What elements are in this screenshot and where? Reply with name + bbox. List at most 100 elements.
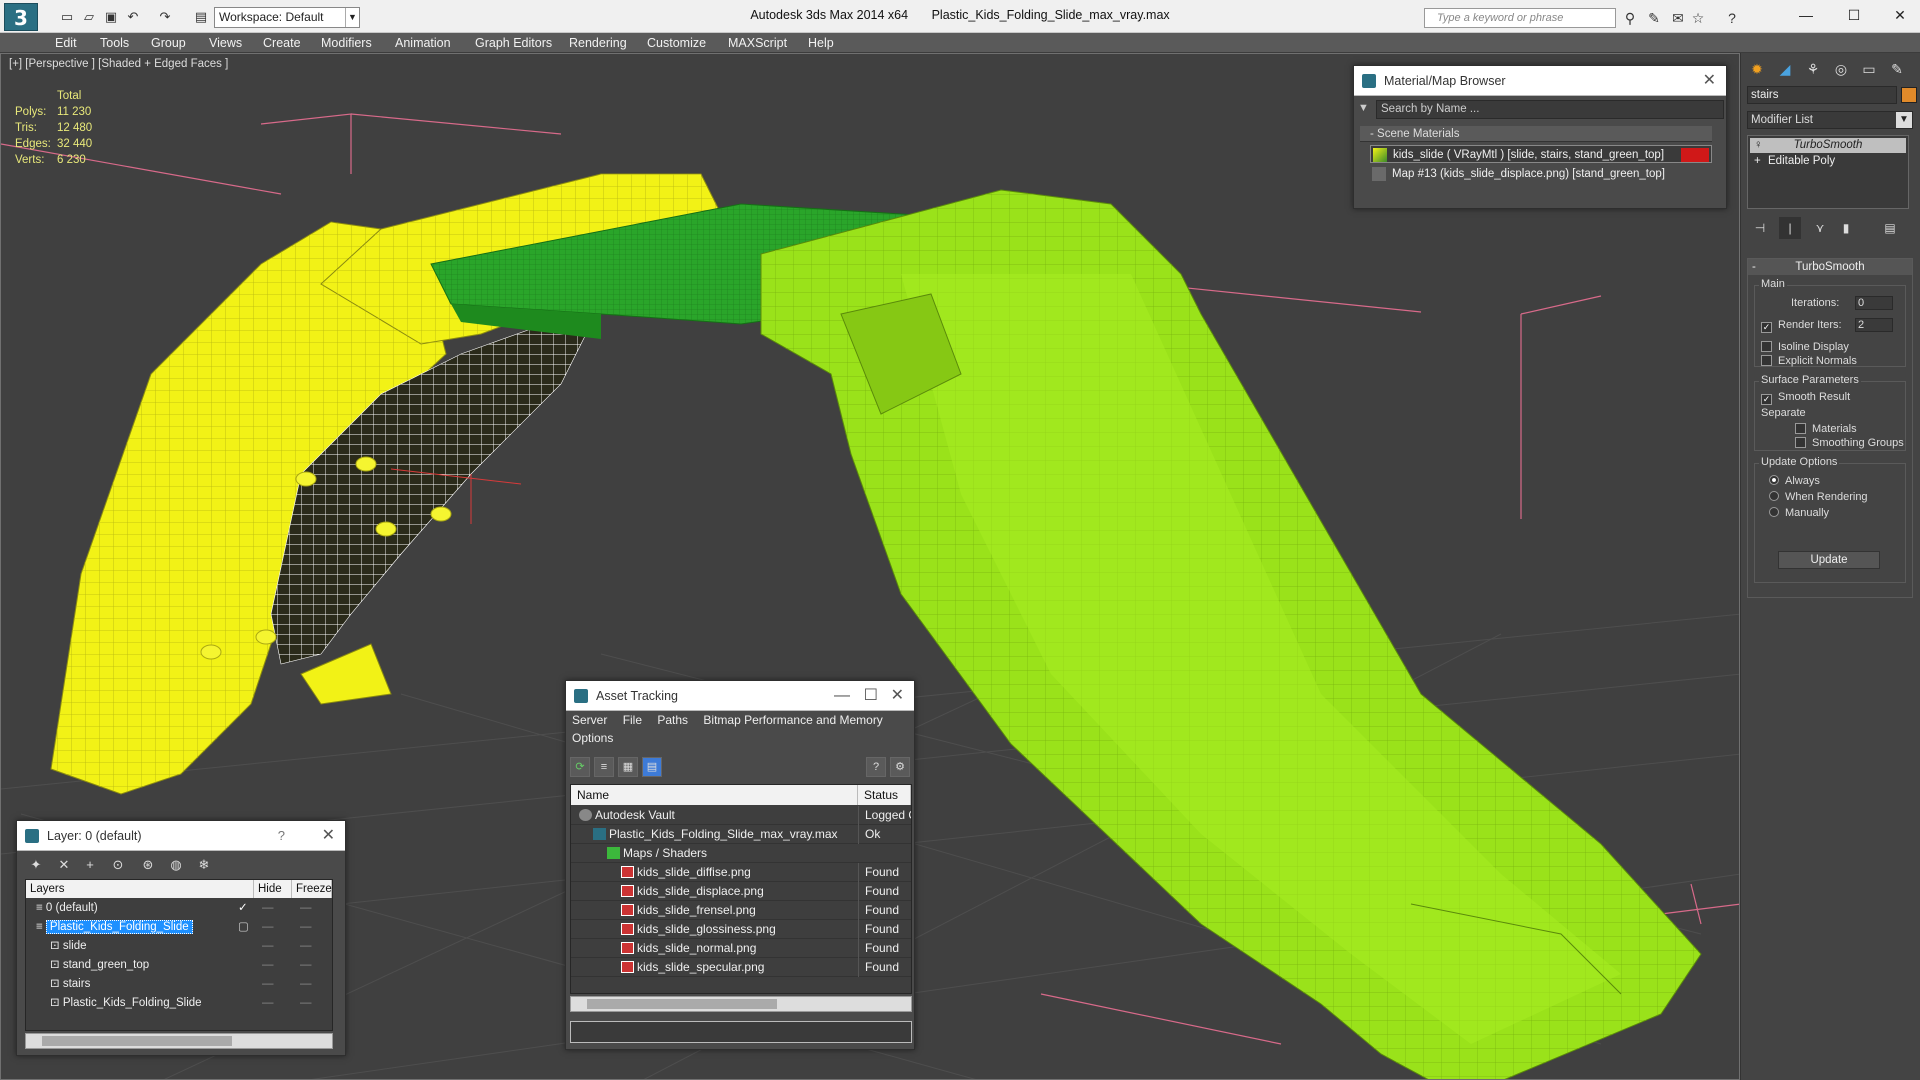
- new-file-icon[interactable]: ▭: [58, 8, 76, 26]
- freeze-toggle[interactable]: —: [300, 918, 312, 937]
- materials-row[interactable]: Materials: [1795, 422, 1857, 436]
- asset-menu-paths[interactable]: Paths: [657, 713, 688, 727]
- make-unique-icon[interactable]: ⋎: [1809, 217, 1831, 239]
- col-freeze-header[interactable]: Freeze: [292, 880, 332, 898]
- create-tab-icon[interactable]: ✹: [1745, 57, 1769, 81]
- expand-plus-icon[interactable]: +: [1754, 154, 1761, 169]
- manually-radio-row[interactable]: Manually: [1769, 506, 1829, 520]
- add-to-layer-icon[interactable]: +: [81, 856, 99, 874]
- close-icon[interactable]: ✕: [891, 681, 904, 711]
- asset-menu-server[interactable]: Server: [572, 713, 607, 727]
- menu-help[interactable]: Help: [808, 33, 834, 53]
- freeze-toggle[interactable]: —: [300, 994, 312, 1013]
- col-status-header[interactable]: Status: [858, 785, 911, 805]
- maximize-icon[interactable]: ☐: [864, 681, 878, 711]
- always-radio[interactable]: [1769, 475, 1779, 485]
- asset-menu-file[interactable]: File: [623, 713, 642, 727]
- material-item[interactable]: kids_slide ( VRayMtl ) [slide, stairs, s…: [1370, 145, 1712, 163]
- configure-sets-icon[interactable]: ▤: [1879, 217, 1901, 239]
- menu-edit[interactable]: Edit: [55, 33, 77, 53]
- maximize-button[interactable]: ☐: [1834, 2, 1874, 28]
- object-color-swatch[interactable]: [1901, 87, 1917, 103]
- smoothing-groups-checkbox[interactable]: [1795, 437, 1806, 448]
- layer-row[interactable]: ⊡ stairs — —: [26, 975, 332, 994]
- asset-row[interactable]: kids_slide_normal.png Found: [571, 939, 911, 958]
- highlight-layer-icon[interactable]: ⊛: [139, 856, 157, 874]
- freeze-toggle[interactable]: —: [300, 899, 312, 918]
- table-view-icon[interactable]: ▤: [642, 757, 662, 777]
- select-objects-icon[interactable]: ⊙: [109, 856, 127, 874]
- freeze-all-icon[interactable]: ❄: [195, 856, 213, 874]
- asset-row[interactable]: kids_slide_frensel.png Found: [571, 901, 911, 920]
- hide-toggle[interactable]: —: [262, 918, 274, 937]
- horizontal-scrollbar[interactable]: [25, 1033, 333, 1049]
- menu-create[interactable]: Create: [263, 33, 301, 53]
- list-view-icon[interactable]: ≡: [594, 757, 614, 777]
- when-rendering-radio[interactable]: [1769, 491, 1779, 501]
- modify-tab-icon[interactable]: ◢: [1773, 57, 1797, 81]
- vault-help-icon[interactable]: ?: [866, 757, 886, 777]
- vault-settings-icon[interactable]: ⚙: [890, 757, 910, 777]
- search-input[interactable]: Type a keyword or phrase: [1424, 8, 1616, 28]
- asset-row[interactable]: Plastic_Kids_Folding_Slide_max_vray.max O…: [571, 825, 911, 844]
- binoculars-icon[interactable]: ⚲: [1620, 8, 1640, 28]
- create-layer-icon[interactable]: ✦: [27, 856, 45, 874]
- when-rendering-radio-row[interactable]: When Rendering: [1769, 490, 1868, 504]
- layer-titlebar[interactable]: Layer: 0 (default) ? ✕: [17, 821, 345, 851]
- subscription-icon[interactable]: ✎: [1644, 8, 1664, 28]
- asset-menu-options[interactable]: Options: [572, 731, 613, 745]
- render-iters-spinner[interactable]: 2: [1855, 318, 1893, 332]
- layer-row[interactable]: ⊡ Plastic_Kids_Folding_Slide — —: [26, 994, 332, 1013]
- horizontal-scrollbar[interactable]: [570, 996, 912, 1012]
- lightbulb-icon[interactable]: ♀: [1754, 138, 1763, 153]
- smooth-result-row[interactable]: ✓ Smooth Result: [1761, 390, 1850, 405]
- col-name-header[interactable]: Name: [571, 785, 858, 805]
- menu-maxscript[interactable]: MAXScript: [728, 33, 787, 53]
- undo-icon[interactable]: ↶: [124, 8, 142, 26]
- hide-toggle[interactable]: —: [262, 899, 274, 918]
- layer-row[interactable]: ≡ 0 (default) ✓ — —: [26, 899, 332, 918]
- always-radio-row[interactable]: Always: [1769, 474, 1820, 488]
- remove-modifier-icon[interactable]: ▮: [1835, 217, 1857, 239]
- stack-item-turbosmooth[interactable]: ♀ TurboSmooth: [1750, 138, 1906, 153]
- asset-tracking-titlebar[interactable]: Asset Tracking — ☐ ✕: [566, 681, 914, 711]
- detail-view-icon[interactable]: ▦: [618, 757, 638, 777]
- col-layers-header[interactable]: Layers: [26, 880, 254, 898]
- layer-row[interactable]: ⊡ slide — —: [26, 937, 332, 956]
- asset-row[interactable]: kids_slide_glossiness.png Found: [571, 920, 911, 939]
- pin-stack-icon[interactable]: ⊣: [1749, 217, 1771, 239]
- app-logo-icon[interactable]: 3: [4, 3, 38, 31]
- col-hide-header[interactable]: Hide: [254, 880, 292, 898]
- delete-layer-icon[interactable]: ✕: [55, 856, 73, 874]
- project-folder-icon[interactable]: ▤: [192, 8, 210, 26]
- menu-animation[interactable]: Animation: [395, 33, 451, 53]
- close-icon[interactable]: ✕: [1703, 66, 1716, 96]
- hide-toggle[interactable]: —: [262, 975, 274, 994]
- scrollbar-thumb[interactable]: [42, 1036, 232, 1046]
- material-browser-titlebar[interactable]: Material/Map Browser ✕: [1354, 66, 1726, 96]
- layer-row[interactable]: ≡ Plastic_Kids_Folding_Slide ▢ — —: [26, 918, 332, 937]
- asset-row[interactable]: Autodesk Vault Logged O: [571, 806, 911, 825]
- freeze-toggle[interactable]: —: [300, 937, 312, 956]
- modifier-list-dropdown[interactable]: Modifier List ▼: [1747, 111, 1913, 129]
- smoothing-groups-row[interactable]: Smoothing Groups: [1795, 436, 1904, 450]
- redo-icon[interactable]: ↷: [156, 8, 174, 26]
- smooth-result-checkbox[interactable]: ✓: [1761, 394, 1772, 405]
- menu-graph-editors[interactable]: Graph Editors: [475, 33, 552, 53]
- utilities-tab-icon[interactable]: ✎: [1885, 57, 1909, 81]
- asset-row[interactable]: kids_slide_specular.png Found: [571, 958, 911, 977]
- menu-modifiers[interactable]: Modifiers: [321, 33, 372, 53]
- scene-materials-section[interactable]: - Scene Materials: [1360, 126, 1712, 142]
- viewport-label[interactable]: [+] [Perspective ] [Shaded + Edged Faces…: [9, 58, 228, 70]
- hide-toggle[interactable]: —: [262, 956, 274, 975]
- freeze-toggle[interactable]: —: [300, 975, 312, 994]
- open-file-icon[interactable]: ▱: [80, 8, 98, 26]
- render-iters-checkbox[interactable]: ✓: [1761, 322, 1772, 333]
- explicit-normals-row[interactable]: Explicit Normals: [1761, 354, 1857, 368]
- hide-all-icon[interactable]: ◍: [167, 856, 185, 874]
- save-file-icon[interactable]: ▣: [102, 8, 120, 26]
- rollout-header[interactable]: - TurboSmooth: [1748, 259, 1912, 275]
- close-button[interactable]: ✕: [1880, 2, 1920, 28]
- help-icon[interactable]: ?: [278, 821, 285, 851]
- menu-rendering[interactable]: Rendering: [569, 33, 627, 53]
